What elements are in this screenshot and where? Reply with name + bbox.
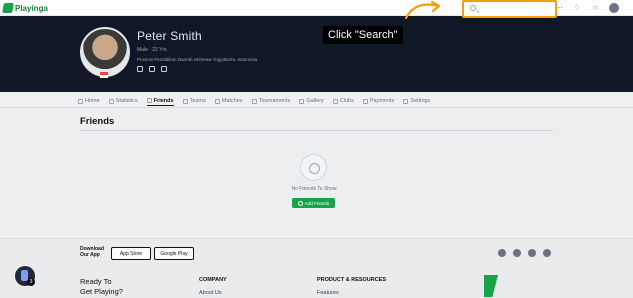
tab-label: Home xyxy=(85,98,100,104)
add-friends-button[interactable]: Add Friends xyxy=(292,198,335,208)
tab-list: Home Statistics Friends Teams Matches Tournam… xyxy=(78,96,430,106)
tab-clubs-icon xyxy=(332,98,338,104)
search-icon xyxy=(470,5,476,11)
app-store-label: App Store xyxy=(119,250,143,257)
tab-label: Friends xyxy=(153,97,174,104)
tab-friends[interactable]: Friends xyxy=(146,96,174,106)
tab-teams[interactable]: Teams xyxy=(182,96,206,106)
google-play-label: Google Play xyxy=(160,250,188,257)
add-friends-label: Add Friends xyxy=(304,200,330,206)
google-play-button[interactable]: Google Play xyxy=(154,247,194,260)
empty-state-icon xyxy=(300,154,327,181)
footer: Download Our App App Store Google Play R… xyxy=(0,238,633,298)
flag-icon xyxy=(100,72,108,78)
tab-gallery-icon xyxy=(299,98,305,104)
friends-section: Friends No Friends To Show Add Friends xyxy=(0,108,633,238)
tab-label: Payments xyxy=(369,98,395,104)
section-title: Friends xyxy=(80,116,115,127)
ready-to-play-heading: Ready To Get Playing? xyxy=(80,277,123,297)
tab-matches-icon xyxy=(214,98,220,104)
profile-avatar xyxy=(80,27,130,77)
tab-tournaments-icon xyxy=(251,98,257,104)
facebook-icon[interactable] xyxy=(149,66,155,72)
profile-location: Provinsi Pendidikan Daerah Istimewa Yogy… xyxy=(137,57,258,62)
tab-label: Teams xyxy=(189,98,206,104)
x-icon[interactable] xyxy=(513,249,521,257)
download-line-2: Our App xyxy=(80,252,100,258)
avatar[interactable] xyxy=(609,3,619,13)
tab-home[interactable]: Home xyxy=(78,96,100,106)
tab-clubs[interactable]: Clubs xyxy=(332,96,354,106)
company-heading: COMPANY xyxy=(199,277,227,283)
app-name: Playinga xyxy=(15,3,48,13)
instagram-icon[interactable] xyxy=(137,66,143,72)
empty-state-text: No Friends To Show xyxy=(291,186,337,192)
tab-label: Matches xyxy=(221,98,243,104)
tab-settings[interactable]: Settings xyxy=(403,96,430,106)
tab-label: Gallery xyxy=(306,98,324,104)
pointer-arrow-icon xyxy=(404,0,441,20)
tab-gallery[interactable]: Gallery xyxy=(299,96,324,106)
tab-statistics-icon xyxy=(108,98,114,104)
message-icon[interactable]: ○ xyxy=(591,4,599,12)
youtube-icon[interactable] xyxy=(543,249,551,257)
footer-socials xyxy=(498,249,551,257)
tab-matches[interactable]: Matches xyxy=(214,96,243,106)
tab-label: Tournaments xyxy=(258,98,291,104)
tab-label: Clubs xyxy=(339,98,354,104)
tab-label: Settings xyxy=(410,98,431,104)
tab-tournaments[interactable]: Tournaments xyxy=(251,96,291,106)
tab-statistics[interactable]: Statistics xyxy=(108,96,138,106)
features-link[interactable]: Features xyxy=(317,290,339,296)
tab-teams-icon xyxy=(182,98,188,104)
app-store-button[interactable]: App Store xyxy=(111,247,151,260)
walkthrough-tooltip: Click "Search" xyxy=(323,26,403,44)
app-logo[interactable]: Playinga xyxy=(2,2,48,14)
tab-friends-icon xyxy=(146,98,152,103)
tab-payments-icon xyxy=(362,98,368,104)
about-us-link[interactable]: About Us xyxy=(199,290,222,296)
tab-home-icon xyxy=(78,98,83,104)
linkedin-icon[interactable] xyxy=(528,249,536,257)
top-icons: ⋯ ♢ ○ xyxy=(555,3,619,13)
footer-logo xyxy=(484,275,498,297)
ready-line-1: Ready To xyxy=(80,277,112,286)
tab-payments[interactable]: Payments xyxy=(362,96,395,106)
profile-role: Male · 22 Yrs xyxy=(137,47,167,53)
download-text: Download Our App xyxy=(80,246,104,258)
tab-label: Statistics xyxy=(115,98,138,104)
tab-settings-icon xyxy=(403,98,409,104)
ready-line-2: Get Playing? xyxy=(80,287,123,296)
profile-tabs: Home Statistics Friends Teams Matches Tournam… xyxy=(0,92,633,108)
facebook-icon[interactable] xyxy=(498,249,506,257)
linkedin-icon[interactable] xyxy=(161,66,167,72)
logo-icon xyxy=(2,3,14,13)
profile-socials xyxy=(137,66,167,72)
divider xyxy=(80,130,553,131)
bell-icon[interactable]: ♢ xyxy=(573,4,581,12)
plus-icon xyxy=(297,200,303,206)
product-heading: PRODUCT & RESOURCES xyxy=(317,277,387,283)
helper-count-badge: 3 xyxy=(27,278,35,286)
profile-name: Peter Smith xyxy=(137,29,202,43)
search-input[interactable] xyxy=(462,0,557,18)
